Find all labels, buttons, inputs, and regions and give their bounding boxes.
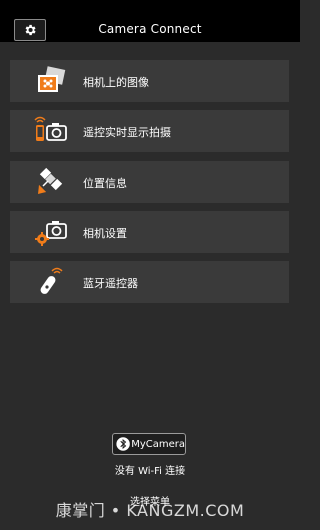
menu-item-bluetooth-remote[interactable]: 蓝牙遥控器 — [10, 261, 289, 303]
app-title: Camera Connect — [98, 22, 202, 36]
menu-item-label: 相机上的图像 — [83, 76, 149, 89]
menu-item-camera-settings[interactable]: 相机设置 — [10, 211, 289, 253]
camera-settings-icon — [35, 221, 67, 246]
menu-item-label: 相机设置 — [83, 227, 127, 240]
bluetooth-remote-icon — [40, 267, 63, 294]
photo-gallery-icon — [38, 66, 66, 92]
menu-item-remote-live-view[interactable]: 遥控实时显示拍摄 — [10, 110, 289, 152]
menu-item-location-info[interactable]: 位置信息 — [10, 161, 289, 203]
menu-item-label: 位置信息 — [83, 177, 127, 190]
bluetooth-icon — [116, 437, 130, 451]
menu-item-camera-images[interactable]: 相机上的图像 — [10, 60, 289, 102]
satellite-icon — [38, 167, 63, 194]
remote-camera-icon — [34, 116, 67, 141]
app-header: Camera Connect — [0, 0, 300, 42]
mycamera-label: MyCamera — [131, 438, 185, 450]
menu-item-label: 遥控实时显示拍摄 — [83, 126, 171, 139]
menu-item-label: 蓝牙遥控器 — [83, 277, 138, 290]
mycamera-button[interactable]: MyCamera — [112, 433, 186, 455]
watermark: 康掌门 • KANGZM.COM — [55, 501, 245, 520]
wifi-status-text: 没有 Wi-Fi 连接 — [114, 466, 186, 477]
